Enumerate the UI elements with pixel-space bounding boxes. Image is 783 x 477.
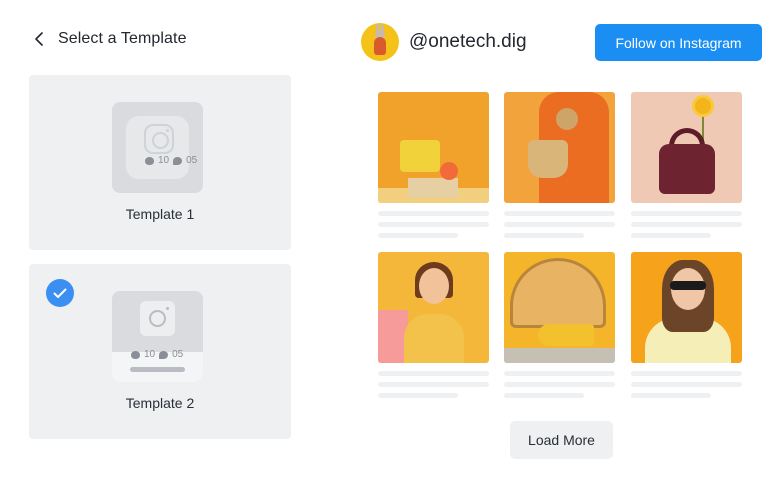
follow-on-instagram-button[interactable]: Follow on Instagram [595, 24, 762, 61]
post-card[interactable] [504, 92, 615, 238]
post-stats: 10 05 [145, 155, 197, 166]
template-card-2[interactable]: 10 05 Template 2 [29, 264, 291, 439]
post-image [631, 92, 742, 203]
post-image [378, 252, 489, 363]
heart-icon [145, 156, 154, 165]
chevron-left-icon [35, 32, 43, 46]
heart-icon [131, 350, 140, 359]
selected-check-icon [46, 279, 74, 307]
post-card[interactable] [631, 252, 742, 398]
post-stats: 10 05 [131, 349, 183, 360]
template-label: Template 1 [125, 206, 195, 222]
post-image [631, 252, 742, 363]
post-card[interactable] [378, 252, 489, 398]
post-image [504, 92, 615, 203]
comment-icon [159, 350, 169, 359]
instagram-icon [144, 124, 174, 154]
template-card-1[interactable]: 10 05 Template 1 [29, 75, 291, 250]
back-button[interactable]: Select a Template [34, 30, 187, 48]
load-more-button[interactable]: Load More [510, 421, 613, 459]
post-card[interactable] [504, 252, 615, 398]
avatar [361, 23, 399, 61]
profile-handle: @onetech.dig [409, 31, 527, 52]
instagram-icon [140, 301, 175, 336]
profile-header: @onetech.dig [361, 23, 527, 61]
template-2-preview: 10 05 [112, 291, 203, 382]
comment-icon [173, 156, 183, 165]
template-1-preview: 10 05 [112, 102, 203, 193]
post-image [378, 92, 489, 203]
template-label: Template 2 [125, 395, 195, 411]
post-card[interactable] [631, 92, 742, 238]
panel-title: Select a Template [58, 30, 187, 47]
post-card[interactable] [378, 92, 489, 238]
post-image [504, 252, 615, 363]
